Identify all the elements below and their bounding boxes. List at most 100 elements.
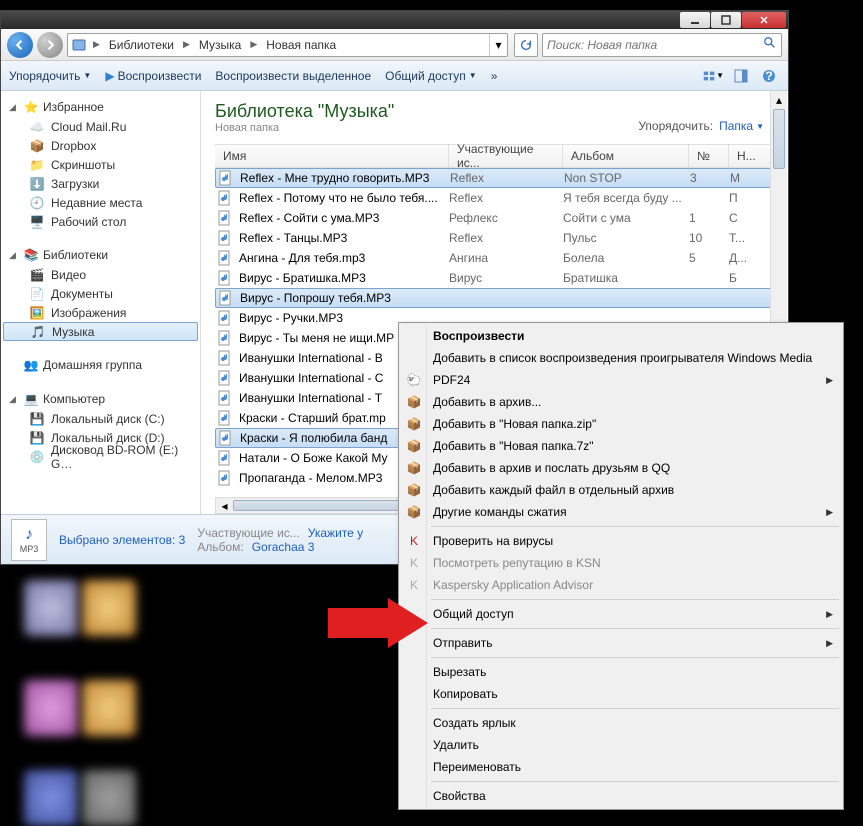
arrange-dropdown[interactable]: Папка▼ bbox=[719, 119, 764, 133]
col-name[interactable]: Имя bbox=[215, 145, 449, 167]
status-album-link[interactable]: Gorachaa 3 bbox=[252, 540, 315, 554]
breadcrumb-music[interactable]: Музыка bbox=[193, 34, 247, 56]
ctx-other-compress[interactable]: 📦Другие команды сжатия▶ bbox=[401, 501, 841, 523]
chevron-right-icon[interactable]: ▶ bbox=[180, 39, 193, 50]
forward-button[interactable] bbox=[37, 32, 63, 58]
chevron-right-icon[interactable]: ▶ bbox=[247, 39, 260, 50]
libraries-header[interactable]: ◢📚Библиотеки bbox=[1, 245, 200, 265]
chevron-right-icon[interactable]: ▶ bbox=[90, 39, 103, 50]
minimize-button[interactable] bbox=[680, 12, 710, 28]
back-button[interactable] bbox=[7, 32, 33, 58]
ctx-cut[interactable]: Вырезать bbox=[401, 661, 841, 683]
music-note-icon: ♪ bbox=[25, 526, 33, 544]
ctx-rename[interactable]: Переименовать bbox=[401, 756, 841, 778]
desktop-icon-blur bbox=[82, 580, 136, 636]
ctx-add-zip[interactable]: 📦Добавить в "Новая папка.zip" bbox=[401, 413, 841, 435]
ctx-copy[interactable]: Копировать bbox=[401, 683, 841, 705]
favorites-header[interactable]: ◢⭐Избранное bbox=[1, 97, 200, 117]
desktop-icon-blur bbox=[24, 680, 78, 736]
sidebar-item[interactable]: ☁️Cloud Mail.Ru bbox=[1, 117, 200, 136]
ctx-kaa[interactable]: KKaspersky Application Advisor bbox=[401, 574, 841, 596]
col-num[interactable]: № bbox=[689, 145, 729, 167]
download-icon: ⬇️ bbox=[29, 176, 45, 192]
music-file-icon bbox=[217, 210, 233, 226]
image-icon: 🖼️ bbox=[29, 305, 45, 321]
search-input[interactable] bbox=[547, 38, 763, 52]
ctx-properties[interactable]: Свойства bbox=[401, 785, 841, 807]
context-menu: Воспроизвести Добавить в список воспроиз… bbox=[398, 322, 844, 810]
breadcrumb-dropdown[interactable]: ▾ bbox=[489, 34, 507, 56]
ctx-ksn[interactable]: KПосмотреть репутацию в KSN bbox=[401, 552, 841, 574]
ctx-add-archive[interactable]: 📦Добавить в архив... bbox=[401, 391, 841, 413]
sidebar-item[interactable]: 📦Dropbox bbox=[1, 136, 200, 155]
archive-icon: 📦 bbox=[405, 437, 423, 455]
file-row[interactable]: Reflex - Мне трудно говорить.MP3ReflexNo… bbox=[215, 168, 774, 188]
sidebar-item[interactable]: 🎵Музыка bbox=[3, 322, 198, 341]
play-button[interactable]: ▶Воспроизвести bbox=[105, 69, 201, 83]
ctx-send[interactable]: Отправить▶ bbox=[401, 632, 841, 654]
ctx-add-7z[interactable]: 📦Добавить в "Новая папка.7z" bbox=[401, 435, 841, 457]
homegroup-header[interactable]: 👥Домашняя группа bbox=[1, 355, 200, 375]
file-row[interactable]: Reflex - Танцы.MP3ReflexПульс10Т... bbox=[215, 228, 774, 248]
col-extra[interactable]: Н... bbox=[729, 145, 774, 167]
ctx-delete[interactable]: Удалить bbox=[401, 734, 841, 756]
computer-header[interactable]: ◢💻Компьютер bbox=[1, 389, 200, 409]
more-button[interactable]: » bbox=[491, 69, 498, 83]
search-box[interactable] bbox=[542, 33, 782, 57]
refresh-button[interactable] bbox=[514, 33, 538, 57]
scroll-thumb[interactable] bbox=[773, 109, 785, 169]
breadcrumb[interactable]: ▶ Библиотеки ▶ Музыка ▶ Новая папка ▾ bbox=[67, 33, 508, 57]
file-row[interactable]: Reflex - Потому что не было тебя....Refl… bbox=[215, 188, 774, 208]
sidebar-item[interactable]: 📁Скриншоты bbox=[1, 155, 200, 174]
sidebar: ◢⭐Избранное ☁️Cloud Mail.Ru📦Dropbox📁Скри… bbox=[1, 91, 201, 514]
play-selection-button[interactable]: Воспроизвести выделенное bbox=[215, 69, 371, 83]
scroll-left-icon[interactable]: ◂ bbox=[216, 498, 233, 513]
titlebar bbox=[1, 11, 788, 29]
music-file-icon bbox=[217, 470, 233, 486]
search-icon[interactable] bbox=[763, 36, 777, 53]
ctx-add-qq[interactable]: 📦Добавить в архив и послать друзьям в QQ bbox=[401, 457, 841, 479]
scroll-up-icon[interactable]: ▴ bbox=[771, 91, 787, 108]
close-button[interactable] bbox=[742, 12, 786, 28]
help-button[interactable]: ? bbox=[758, 65, 780, 87]
ctx-scan-virus[interactable]: KПроверить на вирусы bbox=[401, 530, 841, 552]
file-row[interactable]: Вирус - Попрошу тебя.MP3 bbox=[215, 288, 774, 308]
ctx-play[interactable]: Воспроизвести bbox=[401, 325, 841, 347]
sidebar-item[interactable]: 🖥️Рабочий стол bbox=[1, 212, 200, 231]
sidebar-item[interactable]: 💿Дисковод BD-ROM (E:) G… bbox=[1, 447, 200, 466]
ctx-shortcut[interactable]: Создать ярлык bbox=[401, 712, 841, 734]
organize-button[interactable]: Упорядочить▼ bbox=[9, 69, 91, 83]
desktop-icon: 🖥️ bbox=[29, 214, 45, 230]
sidebar-item[interactable]: 💾Локальный диск (C:) bbox=[1, 409, 200, 428]
music-file-icon bbox=[217, 230, 233, 246]
sidebar-item[interactable]: 🎬Видео bbox=[1, 265, 200, 284]
breadcrumb-libraries[interactable]: Библиотеки bbox=[103, 34, 180, 56]
file-row[interactable]: Ангина - Для тебя.mp3АнгинаБолела5Д... bbox=[215, 248, 774, 268]
preview-pane-button[interactable] bbox=[730, 65, 752, 87]
arrange-by: Упорядочить: Папка▼ bbox=[638, 119, 764, 133]
library-icon bbox=[68, 34, 90, 56]
sidebar-item[interactable]: 🖼️Изображения bbox=[1, 303, 200, 322]
ctx-share[interactable]: Общий доступ▶ bbox=[401, 603, 841, 625]
col-album[interactable]: Альбом bbox=[563, 145, 689, 167]
file-row[interactable]: Reflex - Сойти с ума.MP3РефлексСойти с у… bbox=[215, 208, 774, 228]
ctx-pdf24[interactable]: 🐑PDF24▶ bbox=[401, 369, 841, 391]
archive-icon: 📦 bbox=[405, 415, 423, 433]
sidebar-item[interactable]: 📄Документы bbox=[1, 284, 200, 303]
maximize-button[interactable] bbox=[711, 12, 741, 28]
music-file-icon bbox=[217, 190, 233, 206]
recent-icon: 🕘 bbox=[29, 195, 45, 211]
share-button[interactable]: Общий доступ▼ bbox=[385, 69, 477, 83]
submenu-arrow-icon: ▶ bbox=[826, 507, 833, 518]
file-row[interactable]: Вирус - Братишка.MP3ВирусБратишкаБ bbox=[215, 268, 774, 288]
status-artist-link[interactable]: Укажите у bbox=[308, 526, 363, 540]
ctx-add-playlist[interactable]: Добавить в список воспроизведения проигр… bbox=[401, 347, 841, 369]
ctx-add-each[interactable]: 📦Добавить каждый файл в отдельный архив bbox=[401, 479, 841, 501]
kaspersky-icon: K bbox=[405, 576, 423, 594]
breadcrumb-folder[interactable]: Новая папка bbox=[260, 34, 342, 56]
view-button[interactable]: ▼ bbox=[702, 65, 724, 87]
sidebar-item[interactable]: ⬇️Загрузки bbox=[1, 174, 200, 193]
music-file-icon bbox=[217, 270, 233, 286]
sidebar-item[interactable]: 🕘Недавние места bbox=[1, 193, 200, 212]
col-artist[interactable]: Участвующие ис... bbox=[449, 145, 563, 167]
